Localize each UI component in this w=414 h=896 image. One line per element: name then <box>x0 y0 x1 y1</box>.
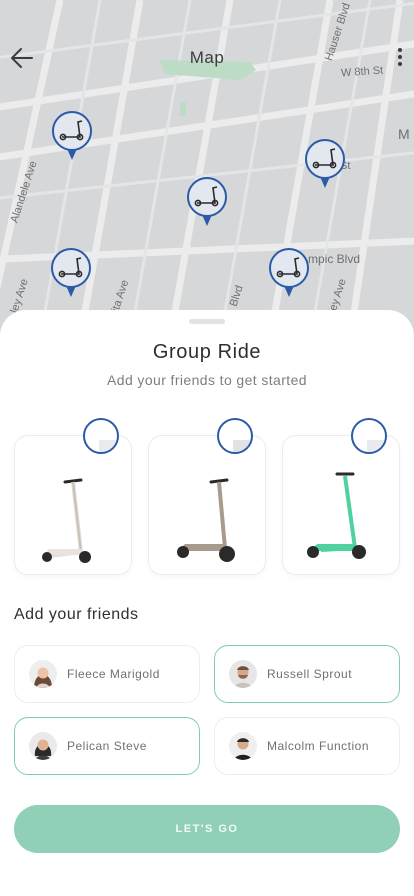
friend-name: Pelican Steve <box>67 739 147 753</box>
more-menu-button[interactable] <box>392 44 408 72</box>
scooter-pin[interactable] <box>304 138 346 190</box>
scooter-pin-icon <box>269 248 309 297</box>
more-vertical-icon <box>398 48 402 66</box>
avatar <box>351 418 387 454</box>
scooter-card[interactable] <box>14 418 132 575</box>
scooter-pin[interactable] <box>50 247 92 299</box>
woman-avatar-icon <box>99 440 117 452</box>
avatar <box>29 732 57 760</box>
map-view[interactable]: Hauser Blvd W 8th St M St mpic Blvd Alan… <box>0 0 414 340</box>
scooter-card[interactable] <box>148 418 266 575</box>
sheet-drag-handle[interactable] <box>189 319 225 324</box>
page-title: Map <box>189 48 225 67</box>
woman-avatar-icon <box>29 732 57 760</box>
sheet-subtitle: Add your friends to get started <box>107 372 307 388</box>
sheet-title: Group Ride <box>152 341 262 363</box>
avatar <box>217 418 253 454</box>
friend-chip[interactable]: Pelican Steve <box>14 717 200 775</box>
man-avatar-icon <box>229 660 257 688</box>
man-avatar-icon <box>233 440 251 452</box>
friend-name: Russell Sprout <box>267 667 353 681</box>
avatar <box>83 418 119 454</box>
avatar <box>29 660 57 688</box>
scooter-pin[interactable] <box>268 247 310 299</box>
top-bar: Map <box>0 36 414 80</box>
scooter-card[interactable] <box>282 418 400 575</box>
man-avatar-icon <box>229 732 257 760</box>
scooter-pin-icon <box>187 177 227 226</box>
scooter-pin-icon <box>305 139 345 188</box>
scooter-image <box>177 478 235 562</box>
woman-avatar-icon <box>367 440 385 452</box>
avatar <box>229 660 257 688</box>
scooter-pin[interactable] <box>51 110 93 162</box>
scooter-image <box>307 472 366 559</box>
friend-name: Fleece Marigold <box>67 667 160 681</box>
group-ride-sheet: Group Ride Add your friends to get start… <box>0 310 414 896</box>
scooter-pin[interactable] <box>186 176 228 228</box>
woman-avatar-icon <box>29 660 57 688</box>
scooter-pin-icon <box>51 248 91 297</box>
street-label: M <box>398 126 410 142</box>
street-label: mpic Blvd <box>308 252 361 266</box>
friend-chip[interactable]: Malcolm Function <box>214 717 400 775</box>
lets-go-button[interactable]: LET'S GO <box>14 805 400 853</box>
scooter-pin-icon <box>52 111 92 160</box>
friend-name: Malcolm Function <box>267 739 370 753</box>
friend-chip[interactable]: Russell Sprout <box>214 645 400 703</box>
avatar <box>229 732 257 760</box>
section-title: Add your friends <box>14 606 139 623</box>
scooter-image <box>42 478 91 563</box>
friend-chip[interactable]: Fleece Marigold <box>14 645 200 703</box>
